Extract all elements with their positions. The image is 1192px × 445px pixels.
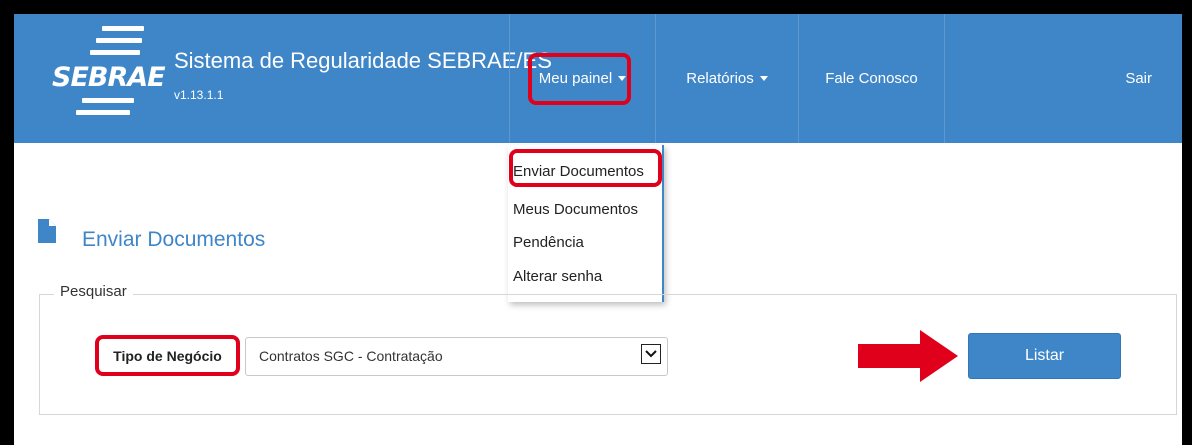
frame-right [1182, 0, 1192, 445]
nav-label: Fale Conosco [825, 70, 918, 87]
chevron-down-icon[interactable] [641, 344, 661, 364]
nav-relatorios[interactable]: Relatórios [655, 14, 798, 143]
app-title: Sistema de Regularidade SEBRAE/ES [174, 48, 552, 73]
nav-fale-conosco[interactable]: Fale Conosco [798, 14, 944, 143]
sebrae-logo[interactable]: SEBRAE [50, 26, 180, 126]
business-type-value: Contratos SGC - Contratação [259, 348, 443, 364]
search-legend: Pesquisar [54, 283, 133, 300]
menu-item-alterar-senha[interactable]: Alterar senha [513, 268, 602, 285]
page-title: Enviar Documentos [82, 228, 266, 251]
frame-left [0, 0, 14, 445]
red-arrow-icon [858, 330, 958, 382]
caret-down-icon [759, 76, 768, 81]
nav-label: Sair [1125, 70, 1152, 87]
highlight-enviar-documentos [509, 149, 662, 187]
brand-text: SEBRAE [52, 62, 166, 93]
menu-item-meus-documentos[interactable]: Meus Documentos [513, 201, 638, 218]
highlight-business-type-label [95, 335, 240, 376]
nav-sair[interactable]: Sair [944, 14, 1182, 143]
document-icon [38, 219, 56, 243]
nav-label: Relatórios [686, 70, 754, 87]
app-version: v1.13.1.1 [174, 88, 224, 102]
frame-top [0, 0, 1192, 14]
menu-item-pendencia[interactable]: Pendência [513, 234, 584, 251]
list-button[interactable]: Listar [968, 333, 1121, 379]
highlight-meu-painel [528, 53, 631, 105]
business-type-select[interactable]: Contratos SGC - Contratação [245, 337, 668, 376]
